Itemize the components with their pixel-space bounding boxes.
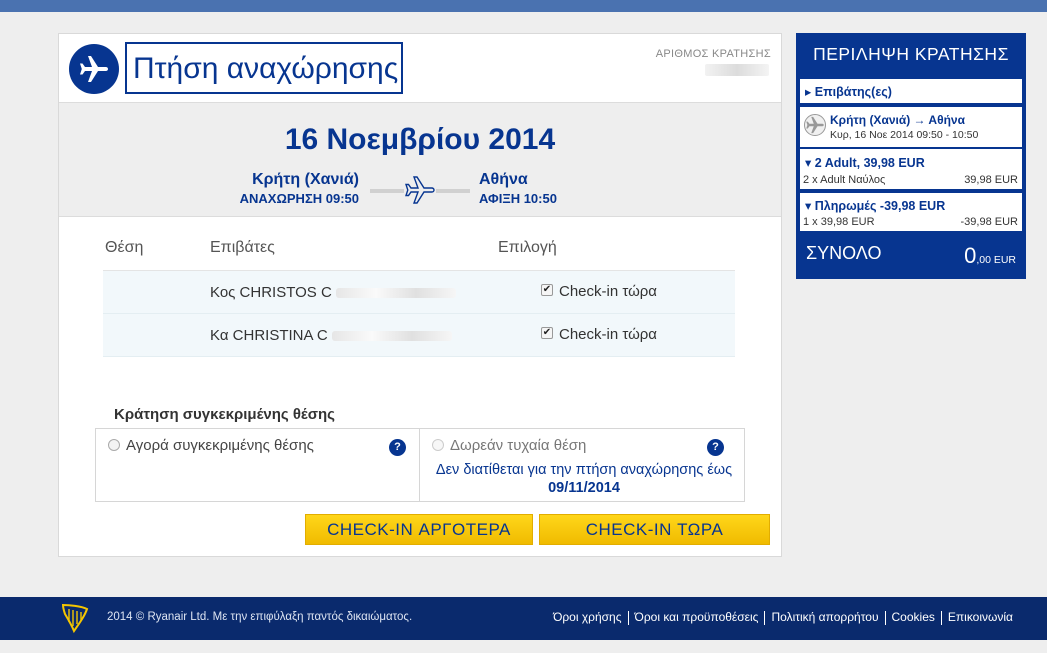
footer-links: Όροι χρήσης Όροι και προϋποθέσεις Πολιτική…: [553, 610, 1013, 625]
help-icon[interactable]: ?: [389, 439, 406, 456]
page-title: Πτήση αναχώρησης: [125, 42, 403, 94]
buy-seat-radio[interactable]: [108, 439, 120, 451]
checkin-now-button[interactable]: CHECK-IN ΤΩΡΑ: [539, 514, 770, 545]
payments-amount: -39,98 EUR: [960, 216, 1018, 228]
summary-title: ΠΕΡΙΛΗΨΗ ΚΡΑΤΗΣΗΣ: [813, 44, 1009, 64]
help-icon[interactable]: ?: [707, 439, 724, 456]
seat-booking-title: Κράτηση συγκεκριμένης θέσης: [114, 406, 335, 423]
passengers-section: ▸ Επιβάτης(ες): [800, 79, 1022, 103]
table-row: Κος CHRISTOS C ✔ Check-in τώρα: [103, 271, 735, 314]
passengers-toggle[interactable]: ▸ Επιβάτης(ες): [805, 84, 892, 99]
divider: [419, 429, 420, 501]
summary-route-time: Κυρ, 16 Νοε 2014 09:50 - 10:50: [830, 129, 979, 141]
flight-date: 16 Νοεμβρίου 2014: [284, 123, 556, 156]
adults-toggle[interactable]: ▾ 2 Adult, 39,98 EUR: [805, 155, 925, 170]
booking-summary: ΠΕΡΙΛΗΨΗ ΚΡΑΤΗΣΗΣ ▸ Επιβάτης(ες) Κρήτη (…: [796, 33, 1026, 279]
passengers-table: Θέση Επιβάτες Επιλογή Κος CHRISTOS C ✔ C…: [103, 239, 735, 357]
buy-seat-label[interactable]: Αγορά συγκεκριμένης θέσης: [126, 437, 314, 454]
passenger-name: Κος CHRISTOS C: [210, 284, 456, 301]
booking-number-redacted: [705, 64, 769, 76]
column-choice: Επιλογή: [498, 239, 557, 256]
plane-icon: [69, 44, 119, 94]
adults-amount: 39,98 EUR: [964, 174, 1018, 186]
adults-detail: 2 x Adult Ναύλος: [803, 174, 886, 186]
booking-number-label: ΑΡΙΘΜΟΣ ΚΡΑΤΗΣΗΣ: [655, 48, 771, 60]
total-value: 0,00 EUR: [964, 243, 1016, 268]
free-seat-radio[interactable]: [432, 439, 444, 451]
payments-section: ▾ Πληρωμές -39,98 EUR 1 x 39,98 EUR -39,…: [800, 193, 1022, 231]
card-header: Πτήση αναχώρησης ΑΡΙΘΜΟΣ ΚΡΑΤΗΣΗΣ: [59, 34, 781, 102]
top-bar: [0, 0, 1047, 12]
arrival-time: ΑΦΙΞΗ 10:50: [479, 191, 557, 206]
summary-route: Κρήτη (Χανιά) → Αθήνα: [830, 113, 965, 127]
footer-link-contact[interactable]: Επικοινωνία: [948, 610, 1013, 624]
passenger-name: Κα CHRISTINA C: [210, 327, 452, 344]
column-passengers: Επιβάτες: [210, 239, 275, 256]
checkin-checkbox[interactable]: ✔: [541, 284, 553, 296]
flight-details: 16 Νοεμβρίου 2014 Κρήτη (Χανιά) ΑΝΑΧΩΡΗΣ…: [59, 102, 781, 217]
unavailable-note: Δεν διατίθεται για την πτήση αναχώρησης …: [435, 462, 733, 496]
checkin-label[interactable]: Check-in τώρα: [559, 283, 657, 300]
payments-detail: 1 x 39,98 EUR: [803, 216, 875, 228]
checkin-checkbox[interactable]: ✔: [541, 327, 553, 339]
departure-time: ΑΝΑΧΩΡΗΣΗ 09:50: [239, 191, 359, 206]
payments-toggle[interactable]: ▾ Πληρωμές -39,98 EUR: [805, 198, 945, 213]
plane-icon: [804, 114, 826, 136]
footer: 2014 © Ryanair Ltd. Με την επιφύλαξη παν…: [0, 597, 1047, 640]
column-seat: Θέση: [105, 239, 144, 256]
footer-link-terms-of-use[interactable]: Όροι χρήσης: [553, 610, 621, 624]
departure-flight-card: Πτήση αναχώρησης ΑΡΙΘΜΟΣ ΚΡΑΤΗΣΗΣ 16 Νοε…: [58, 33, 782, 557]
seat-options: Αγορά συγκεκριμένης θέσης ? Δωρεάν τυχαί…: [95, 428, 745, 502]
copyright: 2014 © Ryanair Ltd. Με την επιφύλαξη παν…: [107, 611, 413, 623]
origin-name: Κρήτη (Χανιά): [252, 171, 359, 188]
checkin-later-button[interactable]: CHECK-IN ΑΡΓΟΤΕΡΑ: [305, 514, 533, 545]
fare-section: ▾ 2 Adult, 39,98 EUR 2 x Adult Ναύλος 39…: [800, 149, 1022, 189]
footer-link-cookies[interactable]: Cookies: [892, 610, 935, 624]
route-plane-icon: [404, 174, 436, 211]
destination-name: Αθήνα: [479, 171, 528, 188]
footer-link-privacy[interactable]: Πολιτική απορρήτου: [771, 610, 878, 624]
total-label: ΣΥΝΟΛΟ: [806, 243, 882, 263]
free-seat-label[interactable]: Δωρεάν τυχαία θέση: [450, 437, 586, 454]
route-section: Κρήτη (Χανιά) → Αθήνα Κυρ, 16 Νοε 2014 0…: [800, 107, 1022, 147]
ryanair-harp-logo[interactable]: [60, 602, 90, 639]
table-row: Κα CHRISTINA C ✔ Check-in τώρα: [103, 314, 735, 357]
footer-link-terms-conditions[interactable]: Όροι και προϋποθέσεις: [635, 610, 759, 624]
checkin-label[interactable]: Check-in τώρα: [559, 326, 657, 343]
table-header: Θέση Επιβάτες Επιλογή: [103, 239, 735, 271]
